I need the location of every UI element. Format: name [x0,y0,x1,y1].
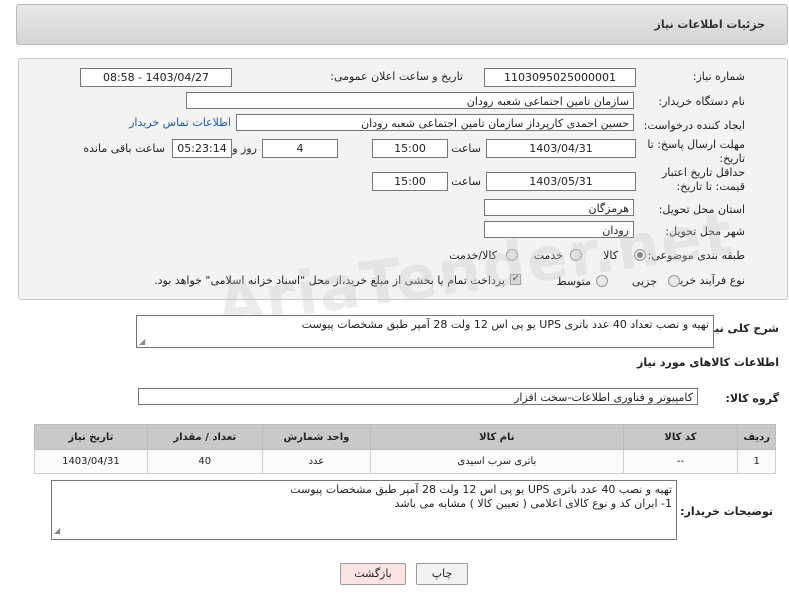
price-validity-date-field[interactable]: 1403/05/31 [486,172,636,191]
time-remaining-field[interactable]: 05:23:14 [172,139,232,158]
back-button[interactable]: بازگشت [340,563,406,585]
province-field[interactable]: هرمزگان [484,199,634,216]
need-number-field[interactable]: 1103095025000001 [484,68,636,87]
days-remaining-field[interactable]: 4 [262,139,338,158]
time-remaining-label: ساعت باقی مانده [83,142,165,155]
page-header: جزئیات اطلاعات نیاز [16,4,788,45]
print-button[interactable]: چاپ [416,563,468,585]
deadline-time-field[interactable]: 15:00 [372,139,448,158]
buyer-org-field[interactable]: سازمان تامین اجتماعی شعبه رودان [186,92,634,109]
price-validity-label: حداقل تاریخ اعتبار قیمت: تا تاریخ: [661,166,745,193]
col-header-unit: واحد شمارش [261,424,372,450]
announce-datetime-field[interactable]: 1403/04/27 - 08:58 [80,68,232,87]
announce-datetime-label: تاریخ و ساعت اعلان عمومی: [330,70,463,83]
buyer-notes-line-2: 1- ایران کد و نوع کالای اعلامی ( تعیین ک… [394,497,672,510]
requester-field[interactable]: حسین احمدی کارپرداز سازمان تامین اجتماعی… [236,114,634,131]
buyer-notes-label: توضیحات خریدار: [680,505,773,518]
need-number-label: شماره نیاز: [692,70,745,83]
price-validity-time-label: ساعت [451,175,481,188]
cell-row-number: 1 [737,449,776,474]
cell-quantity: 40 [146,449,263,474]
summary-textarea[interactable]: تهیه و نصب تعداد 40 عدد باتری UPS یو پی … [136,315,714,348]
summary-text: تهیه و نصب تعداد 40 عدد باتری UPS یو پی … [301,318,709,331]
buyer-notes-textarea[interactable]: تهیه و نصب 40 عدد باتری UPS یو پی اس 12 … [51,480,677,540]
buyer-contact-link[interactable]: اطلاعات تماس خریدار [129,116,231,129]
days-label: روز و [232,142,257,155]
col-header-row: ردیف [737,424,776,450]
price-validity-time-field[interactable]: 15:00 [372,172,448,191]
cell-goods-code: -- [622,449,739,474]
cell-need-date: 1403/04/31 [34,449,148,474]
buyer-notes-line-1: تهیه و نصب 40 عدد باتری UPS یو پی اس 12 … [290,483,672,496]
buyer-org-label: نام دستگاه خریدار: [658,95,745,108]
col-header-quantity: تعداد / مقدار [146,424,263,450]
goods-table: ردیف کد کالا نام کالا واحد شمارش تعداد /… [34,424,776,474]
table-row[interactable]: 1 -- باتری سرب اسیدی عدد 40 1403/04/31 [34,449,776,474]
cell-unit: عدد [261,449,372,474]
deadline-time-label: ساعت [451,142,481,155]
resize-handle-icon[interactable]: ◢ [54,524,60,538]
requester-label: ایجاد کننده درخواست: [643,119,745,132]
deadline-date-field[interactable]: 1403/04/31 [486,139,636,158]
resize-handle-icon[interactable]: ◢ [139,337,145,346]
col-header-date: تاریخ نیاز [34,424,148,450]
deadline-label: مهلت ارسال پاسخ: تا تاریخ: [647,138,745,165]
goods-group-label: گروه کالا: [725,392,779,405]
goods-section-title: اطلاعات کالاهای مورد نیاز [637,356,779,369]
col-header-name: نام کالا [370,424,624,450]
col-header-code: کد کالا [622,424,739,450]
goods-group-field[interactable]: کامپیوتر و فناوری اطلاعات-سخت افزار [138,388,698,405]
cell-goods-name: باتری سرب اسیدی [370,449,624,474]
page-title: جزئیات اطلاعات نیاز [654,18,766,31]
